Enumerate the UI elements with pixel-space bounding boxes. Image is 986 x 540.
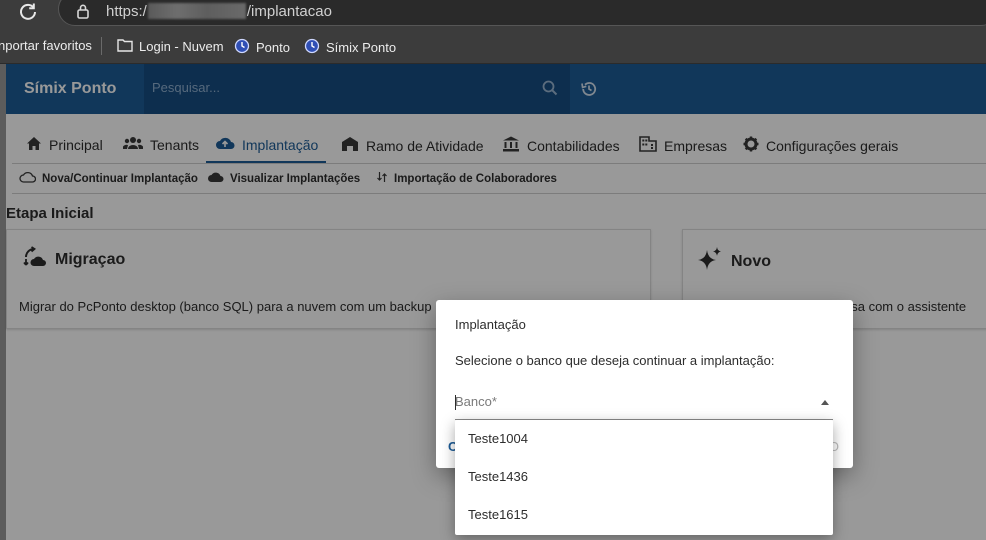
reload-icon[interactable] [18,1,40,23]
caret-up-icon[interactable] [821,400,829,405]
clock-icon [234,38,250,57]
bookmark-label: nportar favoritos [0,38,92,53]
banco-select[interactable]: Banco* [455,388,833,420]
bookmark-label: Ponto [256,40,290,55]
bookmark-label: Símix Ponto [326,40,397,55]
bookmark-simix-ponto[interactable]: Símix Ponto [304,38,396,57]
lock-icon[interactable] [76,3,90,24]
dialog-text: Selecione o banco que deseja continuar a… [455,353,775,368]
url-suffix: /implantacao [246,3,332,20]
url-redacted [147,3,246,19]
option-item[interactable]: Teste1004 [455,420,833,458]
bookmark-ponto[interactable]: Ponto [234,38,290,57]
dialog-title: Implantação [455,317,526,332]
bookmark-label: Login - Nuvem [139,39,224,54]
folder-icon [117,38,133,55]
banco-options-menu: Teste1004 Teste1436 Teste1615 [455,420,833,535]
bookmark-login-nuvem[interactable]: Login - Nuvem [117,38,224,55]
banco-select-label: Banco* [455,394,497,410]
url-prefix: https:/ [106,3,147,20]
browser-address-bar: https:/ /implantacao [0,0,986,28]
bookmark-import-favorites[interactable]: nportar favoritos [0,38,92,53]
url-text[interactable]: https:/ /implantacao [106,3,332,20]
bookmarks-bar: nportar favoritos Login - Nuvem Ponto Sí… [0,28,986,64]
bookmarks-separator [101,37,102,55]
option-item[interactable]: Teste1436 [455,458,833,496]
option-item[interactable]: Teste1615 [455,496,833,534]
clock-icon [304,38,320,57]
